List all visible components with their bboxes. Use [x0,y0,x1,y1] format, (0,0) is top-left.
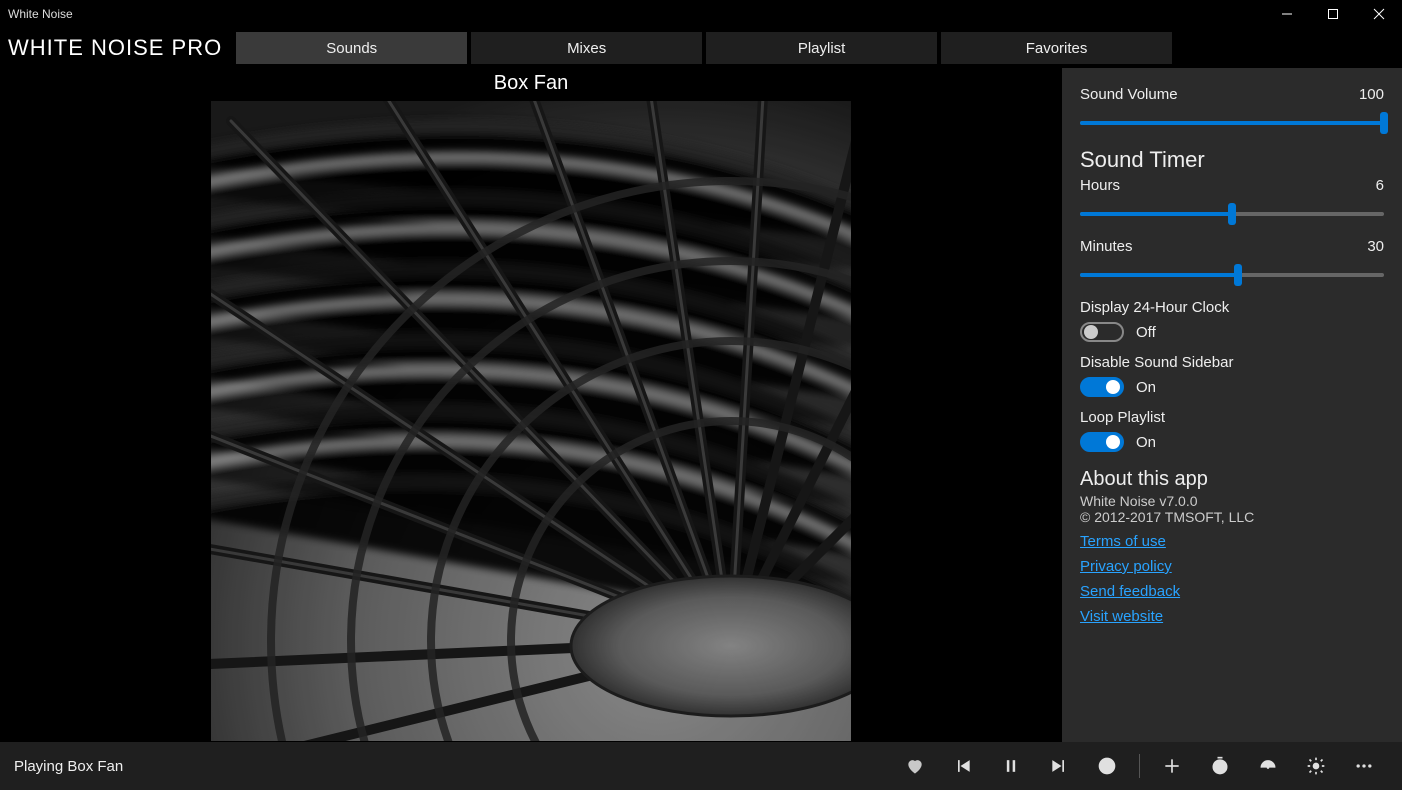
tab-favorites[interactable]: Favorites [941,32,1172,64]
previous-button[interactable] [939,742,987,790]
maximize-button[interactable] [1310,0,1356,28]
now-playing-label: Playing Box Fan [14,758,123,775]
tab-label: Mixes [567,40,606,57]
clock24-toggle[interactable] [1080,322,1124,342]
hours-slider[interactable] [1080,212,1384,216]
add-button[interactable] [1148,742,1196,790]
link-website[interactable]: Visit website [1080,608,1384,625]
tab-sounds[interactable]: Sounds [236,32,467,64]
volume-label: Sound Volume [1080,86,1178,103]
tab-label: Sounds [326,40,377,57]
info-button[interactable] [1083,742,1131,790]
loop-state: On [1136,434,1156,451]
minimize-button[interactable] [1264,0,1310,28]
hours-label: Hours [1080,177,1120,194]
window-title: White Noise [8,7,73,21]
slider-fill [1080,273,1238,277]
disable-sidebar-label: Disable Sound Sidebar [1080,354,1384,371]
about-heading: About this app [1080,468,1384,491]
disable-sidebar-state: On [1136,379,1156,396]
content-pane: Box Fan [0,68,1062,742]
tab-mixes[interactable]: Mixes [471,32,702,64]
slider-fill [1080,121,1384,125]
about-version: White Noise v7.0.0 [1080,493,1384,509]
minutes-value: 30 [1367,238,1384,255]
album-art [211,101,851,741]
favorite-button[interactable] [891,742,939,790]
bottom-bar: Playing Box Fan [0,742,1402,790]
timer-heading: Sound Timer [1080,147,1384,173]
separator [1139,754,1140,778]
clock24-state: Off [1136,324,1156,341]
link-terms[interactable]: Terms of use [1080,533,1384,550]
slider-thumb[interactable] [1380,112,1388,134]
app-title: WHITE NOISE PRO [0,28,236,68]
minutes-slider[interactable] [1080,273,1384,277]
link-feedback[interactable]: Send feedback [1080,583,1384,600]
current-sound-title: Box Fan [494,68,568,101]
about-copyright: © 2012-2017 TMSOFT, LLC [1080,509,1384,525]
more-button[interactable] [1340,742,1388,790]
slider-thumb[interactable] [1234,264,1242,286]
timer-button[interactable] [1196,742,1244,790]
slider-fill [1080,212,1232,216]
next-button[interactable] [1035,742,1083,790]
tab-label: Playlist [798,40,846,57]
loop-toggle[interactable] [1080,432,1124,452]
pause-button[interactable] [987,742,1035,790]
app-header: WHITE NOISE PRO Sounds Mixes Playlist Fa… [0,28,1402,68]
link-privacy[interactable]: Privacy policy [1080,558,1384,575]
volume-slider[interactable] [1080,121,1384,125]
tab-strip: Sounds Mixes Playlist Favorites [236,28,1402,68]
disable-sidebar-toggle[interactable] [1080,377,1124,397]
settings-sidebar: Sound Volume 100 Sound Timer Hours 6 Min… [1062,68,1402,742]
hours-value: 6 [1376,177,1384,194]
close-button[interactable] [1356,0,1402,28]
minutes-label: Minutes [1080,238,1133,255]
main-area: Box Fan [0,68,1402,742]
window-titlebar: White Noise [0,0,1402,28]
settings-button[interactable] [1292,742,1340,790]
clock24-label: Display 24-Hour Clock [1080,299,1384,316]
sleep-button[interactable] [1244,742,1292,790]
tab-playlist[interactable]: Playlist [706,32,937,64]
tab-label: Favorites [1026,40,1088,57]
slider-thumb[interactable] [1228,203,1236,225]
volume-value: 100 [1359,86,1384,103]
loop-label: Loop Playlist [1080,409,1384,426]
